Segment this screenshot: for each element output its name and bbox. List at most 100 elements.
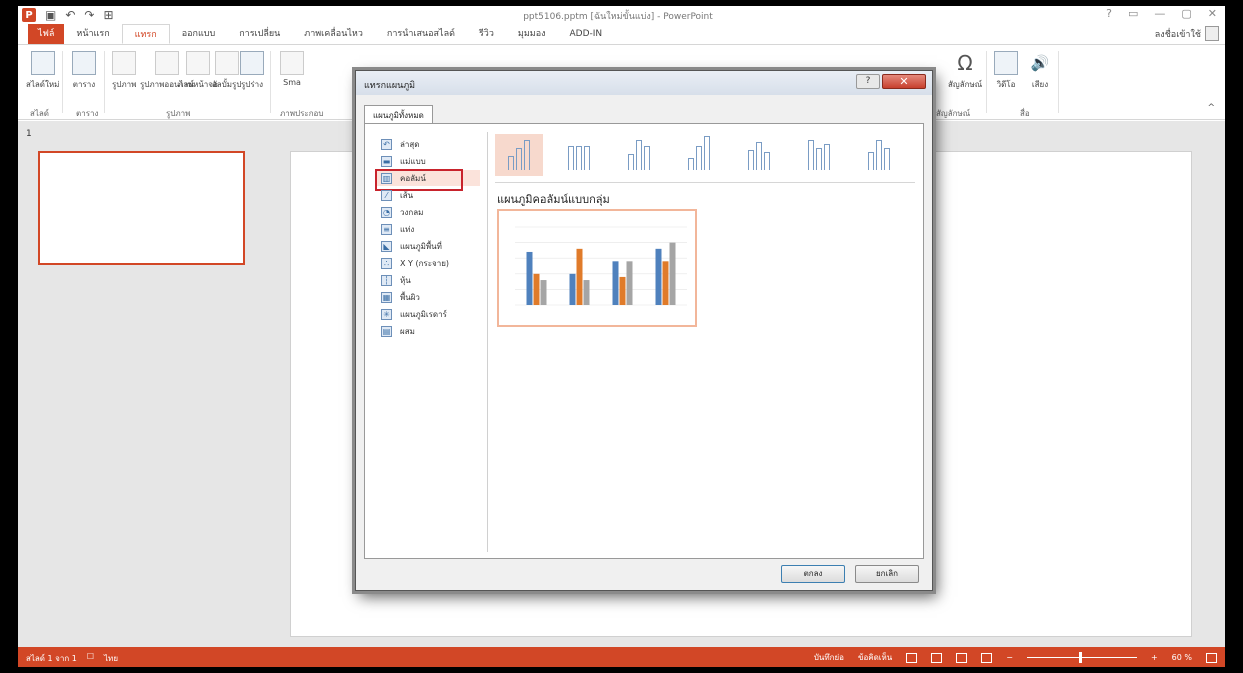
tab-view[interactable]: มุมมอง bbox=[506, 24, 558, 44]
tab-insert[interactable]: แทรก bbox=[121, 24, 170, 44]
column-subtype-4-icon[interactable] bbox=[675, 134, 723, 176]
minimize-icon[interactable]: — bbox=[1154, 7, 1165, 20]
close-icon[interactable]: ✕ bbox=[1208, 7, 1217, 20]
subtype-separator bbox=[495, 182, 915, 183]
chart-type-label: แผนภูมิพื้นที่ bbox=[400, 241, 442, 251]
chart-type-label: ล่าสุด bbox=[400, 139, 420, 149]
column-subtype-7-icon[interactable] bbox=[855, 134, 903, 176]
chart-type-templates[interactable]: ▬ แม่แบบ bbox=[375, 153, 480, 169]
chart-type-bar-chart[interactable]: ≡ แท่ง bbox=[375, 221, 480, 237]
slide-thumbnail-number: 1 bbox=[26, 129, 32, 139]
tab-addin[interactable]: ADD-IN bbox=[558, 24, 615, 44]
zoom-slider-thumb[interactable] bbox=[1078, 652, 1082, 663]
preview-bar bbox=[669, 242, 676, 305]
preview-bar bbox=[612, 261, 619, 305]
normal-view-icon[interactable] bbox=[906, 652, 918, 663]
dialog-help-button[interactable]: ? bbox=[856, 74, 880, 89]
comments-button[interactable]: ข้อคิดเห็น bbox=[858, 651, 892, 664]
line-chart-icon: ⁄ bbox=[381, 189, 392, 201]
maximize-icon[interactable]: ▢ bbox=[1181, 7, 1191, 20]
reading-view-icon[interactable] bbox=[956, 652, 968, 663]
avatar[interactable] bbox=[1205, 26, 1219, 41]
chart-type-scatter-chart[interactable]: ∴ X Y (กระจาย) bbox=[375, 255, 480, 271]
subtype-bar-shape bbox=[696, 146, 702, 170]
slideshow-icon[interactable] bbox=[981, 652, 993, 663]
recent-icon: ↶ bbox=[381, 138, 392, 150]
audio-button[interactable]: 🔊 เสียง bbox=[1028, 51, 1052, 91]
smartart-button[interactable]: Sma bbox=[280, 51, 304, 87]
sign-in-label[interactable]: ลงชื่อเข้าใช้ bbox=[1155, 27, 1201, 41]
chart-type-combo-chart[interactable]: ▤ ผสม bbox=[375, 323, 480, 339]
window-controls: ? ▭ — ▢ ✕ bbox=[1106, 7, 1217, 20]
column-subtype-2-icon[interactable] bbox=[555, 134, 603, 176]
tab-transitions[interactable]: การเปลี่ยน bbox=[227, 24, 292, 44]
collapse-ribbon-icon[interactable]: ^ bbox=[1207, 103, 1215, 113]
templates-icon: ▬ bbox=[381, 155, 392, 167]
zoom-level[interactable]: 60 % bbox=[1172, 653, 1192, 662]
subtype-bar-shape bbox=[704, 136, 710, 170]
column-subtype-3-icon[interactable] bbox=[615, 134, 663, 176]
tab-home[interactable]: หน้าแรก bbox=[64, 24, 121, 44]
chart-preview[interactable] bbox=[497, 209, 697, 327]
dialog-close-button[interactable]: ✕ bbox=[882, 74, 926, 89]
pictures-button[interactable]: รูปภาพ bbox=[112, 51, 136, 91]
chart-type-pie-chart[interactable]: ◔ วงกลม bbox=[375, 204, 480, 220]
tab-file[interactable]: ไฟล์ bbox=[28, 24, 65, 44]
chart-type-label: แท่ง bbox=[400, 224, 415, 234]
slide-thumbnail[interactable] bbox=[38, 151, 245, 265]
chart-type-surface-chart[interactable]: ▦ พื้นผิว bbox=[375, 289, 480, 305]
notes-button[interactable]: บันทึกย่อ bbox=[814, 651, 844, 664]
chart-type-stock-chart[interactable]: ┆ หุ้น bbox=[375, 272, 480, 288]
column-subtype-1-icon[interactable] bbox=[495, 134, 543, 176]
subtype-bar-shape bbox=[568, 146, 574, 170]
zoom-in-icon[interactable]: + bbox=[1151, 653, 1158, 662]
undo-icon[interactable]: ↶ bbox=[65, 8, 75, 22]
redo-icon[interactable]: ↷ bbox=[84, 8, 94, 22]
chart-type-recent[interactable]: ↶ ล่าสุด bbox=[375, 136, 480, 152]
zoom-out-icon[interactable]: − bbox=[1006, 653, 1013, 662]
tab-slideshow[interactable]: การนำเสนอสไลด์ bbox=[375, 24, 467, 44]
cancel-button[interactable]: ยกเลิก bbox=[855, 565, 919, 583]
dialog-title-bar: แทรกแผนภูมิ ? ✕ bbox=[356, 71, 932, 95]
chart-type-radar-chart[interactable]: ✳ แผนภูมิเรดาร์ bbox=[375, 306, 480, 322]
ribbon-display-icon[interactable]: ▭ bbox=[1128, 7, 1138, 20]
video-button[interactable]: วิดีโอ bbox=[994, 51, 1018, 91]
tab-animations[interactable]: ภาพเคลื่อนไหว bbox=[292, 24, 375, 44]
save-icon[interactable]: ▣ bbox=[45, 8, 56, 22]
fit-slide-icon[interactable] bbox=[1206, 652, 1217, 663]
column-subtype-6-icon[interactable] bbox=[795, 134, 843, 176]
tab-design[interactable]: ออกแบบ bbox=[170, 24, 228, 44]
preview-bar bbox=[583, 280, 590, 305]
subtype-bar-shape bbox=[884, 148, 890, 170]
group-label-symbols: สัญลักษณ์ bbox=[936, 109, 971, 118]
column-subtype-5-icon[interactable] bbox=[735, 134, 783, 176]
spellcheck-icon[interactable]: ☐ bbox=[87, 652, 94, 665]
powerpoint-app-icon[interactable]: P bbox=[22, 8, 36, 22]
customize-qat-icon[interactable]: ⊞ bbox=[103, 8, 113, 22]
symbol-button[interactable]: Ω สัญลักษณ์ bbox=[948, 51, 982, 91]
chart-type-area-chart[interactable]: ◣ แผนภูมิพื้นที่ bbox=[375, 238, 480, 254]
sign-in[interactable]: ลงชื่อเข้าใช้ bbox=[1155, 26, 1219, 41]
chart-type-label: พื้นผิว bbox=[400, 292, 420, 302]
shapes-button[interactable]: รูปร่าง bbox=[240, 51, 264, 91]
group-label-media: สื่อ bbox=[1020, 109, 1030, 118]
zoom-slider[interactable] bbox=[1026, 652, 1137, 663]
language-indicator[interactable]: ไทย bbox=[104, 652, 118, 665]
photo-album-button[interactable]: อัลบั้มรูป bbox=[212, 51, 241, 91]
omega-icon: Ω bbox=[957, 51, 973, 75]
subtype-bar-shape bbox=[756, 142, 762, 170]
table-button[interactable]: ตาราง bbox=[72, 51, 96, 91]
tab-all-charts[interactable]: แผนภูมิทั้งหมด bbox=[364, 105, 433, 125]
ok-button[interactable]: ตกลง bbox=[781, 565, 845, 583]
new-slide-button[interactable]: สไลด์ใหม่ bbox=[26, 51, 59, 91]
chart-type-column-chart[interactable]: ▥ คอลัมน์ bbox=[375, 169, 480, 191]
help-icon[interactable]: ? bbox=[1106, 7, 1112, 20]
subtype-bar-shape bbox=[628, 154, 634, 170]
slide-sorter-icon[interactable] bbox=[931, 652, 943, 663]
chart-type-line-chart[interactable]: ⁄ เส้น bbox=[375, 187, 480, 203]
quick-access-toolbar: P ▣ ↶ ↷ ⊞ bbox=[22, 8, 114, 22]
chart-type-label: แผนภูมิเรดาร์ bbox=[400, 309, 447, 319]
subtype-bar-shape bbox=[876, 140, 882, 170]
status-right: บันทึกย่อ ข้อคิดเห็น − + 60 % bbox=[814, 651, 1217, 664]
tab-review[interactable]: รีวิว bbox=[467, 24, 506, 44]
